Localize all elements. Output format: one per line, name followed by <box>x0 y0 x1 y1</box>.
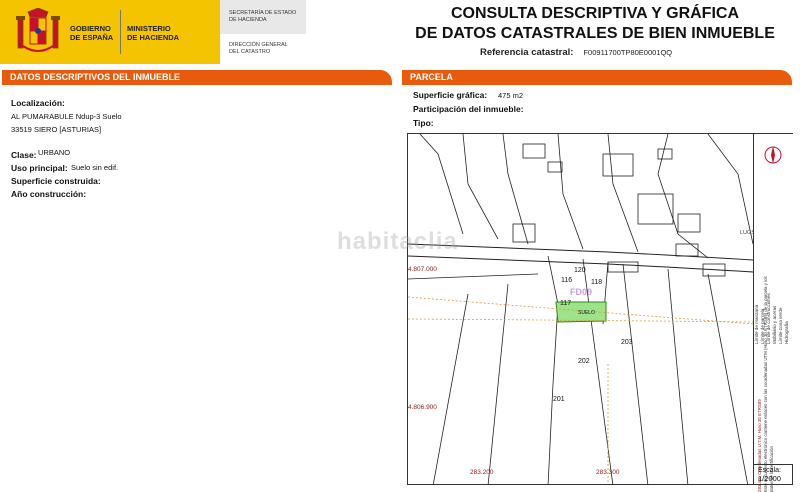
government-logo-block: GOBIERNO DE ESPAÑA MINISTERIO DE HACIEND… <box>0 0 220 64</box>
clase-label: Clase: <box>11 150 37 160</box>
localizacion-line2: 33519 SIERO [ASTURIAS] <box>11 125 102 134</box>
uso-label: Uso principal: <box>11 163 68 173</box>
superficie-grafica-value: 475 m2 <box>498 91 524 100</box>
localizacion-line1: AL PUMARABULE Ndup-3 Suelo <box>11 112 122 121</box>
parcel-label: 118 <box>591 279 603 286</box>
superficie-grafica-label: Superficie gráfica: <box>413 90 488 100</box>
superficie-construida-label: Superficie construida: <box>11 176 101 186</box>
coord-x1: 283.200 <box>470 469 494 476</box>
legend-note-text: Este documento electrónico contiene enla… <box>763 276 774 492</box>
parcel-label: 201 <box>553 396 565 403</box>
header: GOBIERNO DE ESPAÑA MINISTERIO DE HACIEND… <box>0 0 800 68</box>
reference-label: Referencia catastral: <box>480 47 574 58</box>
parcel-label: 117 <box>560 300 572 307</box>
section-bar-parcela: PARCELA <box>402 70 792 85</box>
clase-value: URBANO <box>38 148 71 157</box>
watermark-text: habitaclia <box>337 228 458 255</box>
direccion-text: DIRECCIÓN GENERAL DEL CATASTRO <box>229 42 288 55</box>
coord-x2: 283.300 <box>596 469 620 476</box>
logo-divider <box>120 10 121 54</box>
section-bar-datos: DATOS DESCRIPTIVOS DEL INMUEBLE <box>2 70 392 85</box>
parcel-label: 203 <box>621 339 633 346</box>
coord-y2: 4.806.900 <box>408 404 437 411</box>
parcel-label: 120 <box>574 267 586 274</box>
secretaria-text: SECRETARÍA DE ESTADO DE HACIENDA <box>229 10 297 23</box>
participacion-label: Participación del inmueble: <box>413 104 524 114</box>
localizacion-label: Localización: <box>11 98 65 108</box>
scale-label: Escala: <box>758 467 781 474</box>
cadastral-map: 4.807.000 4.806.900 283.200 283.300 LUGS… <box>407 133 793 485</box>
highlight-code: FD09 <box>570 287 593 297</box>
gobierno-text: GOBIERNO DE ESPAÑA <box>70 24 114 42</box>
page-title-line1: CONSULTA DESCRIPTIVA Y GRÁFICA <box>450 5 739 22</box>
parcel-label: 116 <box>561 277 573 284</box>
reference-line: Referencia catastral: F00911700TP80E0001Q… <box>480 47 672 58</box>
coat-of-arms-icon <box>16 8 60 52</box>
north-arrow-icon <box>764 146 782 164</box>
legend-note: 283.400 Coordenadas U.T.M. Huso 30 ETRS8… <box>757 272 787 492</box>
parcel-label: 202 <box>578 358 590 365</box>
parcel-label: SUELO <box>578 310 595 316</box>
reference-value: F00911700TP80E0001QQ <box>583 48 673 57</box>
scale-box: Escala: 1/2000 <box>753 464 793 485</box>
uso-value: Suelo sin edif. <box>71 163 119 172</box>
scale-value: 1/2000 <box>758 474 781 483</box>
map-legend: Límite de manzana Límite de parcela Lími… <box>753 134 793 492</box>
ministerio-text: MINISTERIO DE HACIENDA <box>127 24 180 42</box>
page-title-line2: DE DATOS CATASTRALES DE BIEN INMUEBLE <box>415 25 775 42</box>
map-drawing <box>408 134 754 484</box>
tipo-label: Tipo: <box>413 118 434 128</box>
coord-y1: 4.807.000 <box>408 266 437 273</box>
anio-construccion-label: Año construcción: <box>11 189 87 199</box>
